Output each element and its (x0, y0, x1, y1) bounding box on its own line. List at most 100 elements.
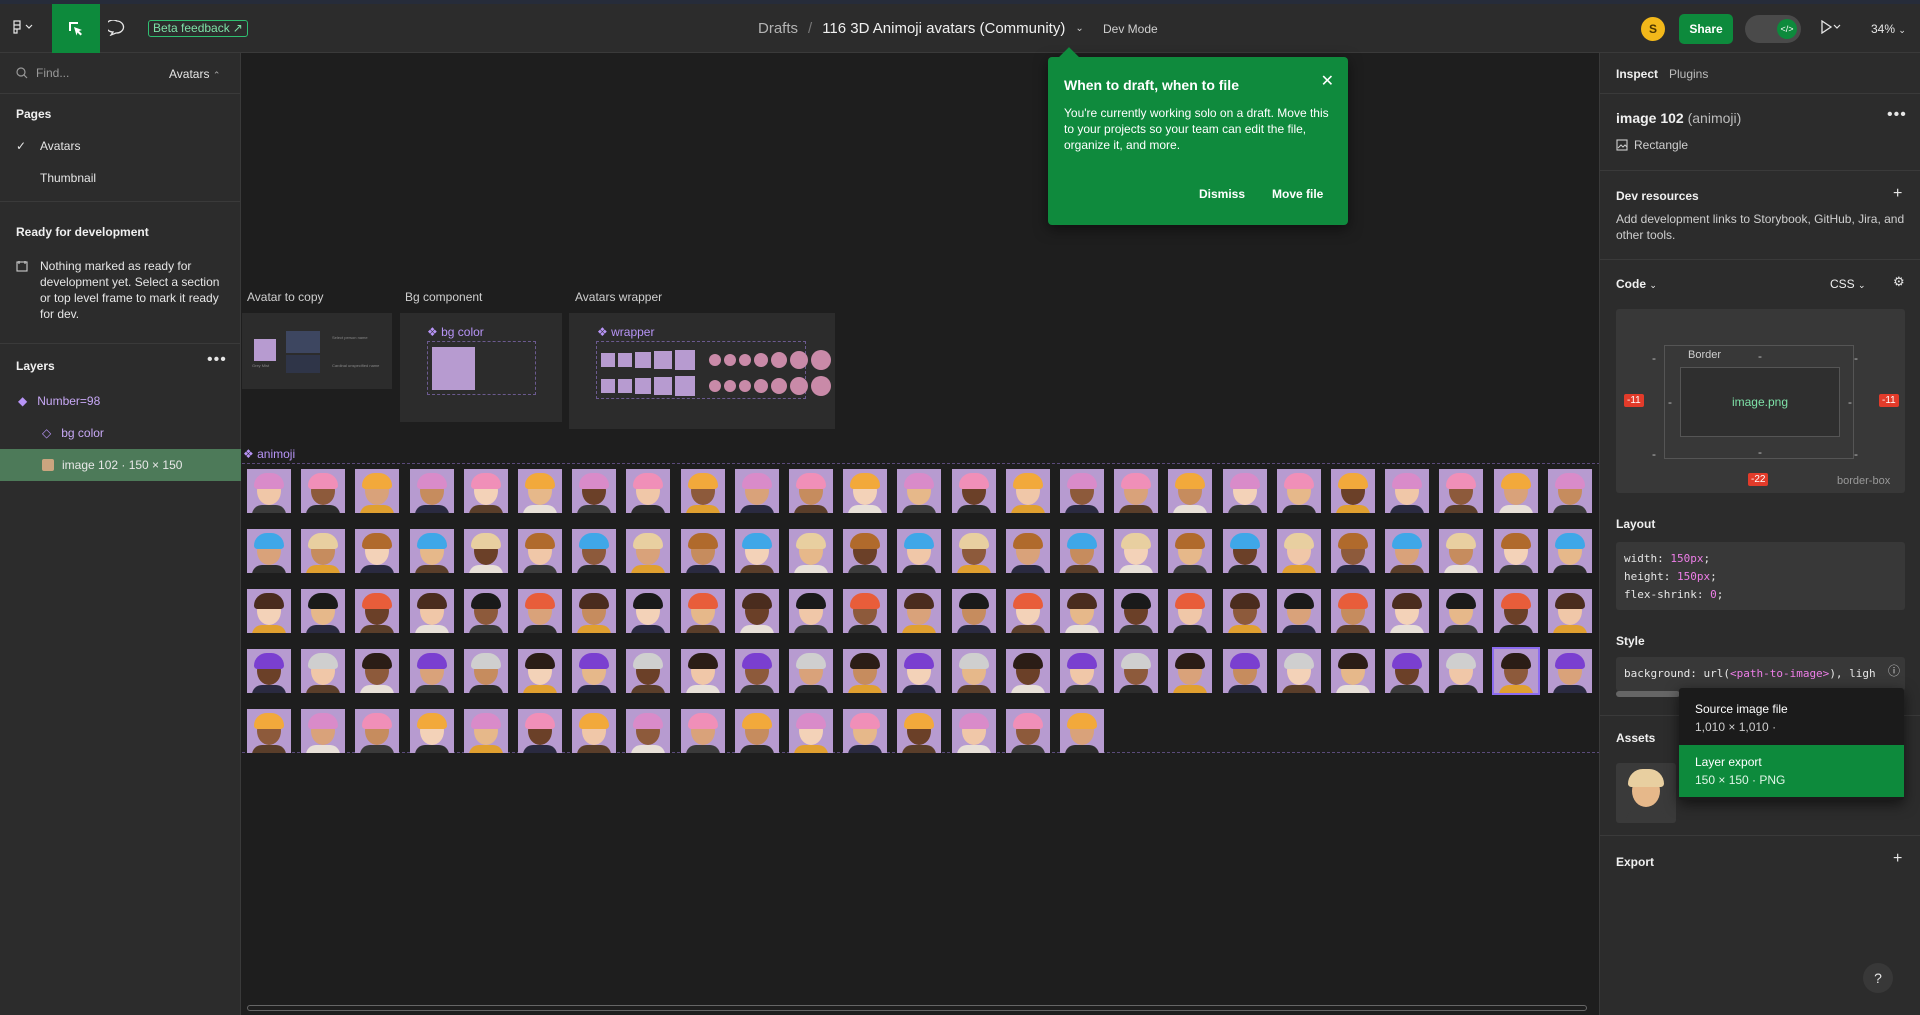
code-language-select[interactable]: CSS ⌄ (1830, 277, 1866, 291)
avatar-tile[interactable] (1385, 589, 1430, 633)
page-switcher[interactable]: Avatars ⌃ (169, 67, 220, 81)
avatar-tile[interactable] (355, 529, 400, 573)
layer-number-98[interactable]: ◆ Number=98 (0, 385, 241, 417)
dropdown-item-layer-export[interactable]: Layer export 150 × 150 · PNG (1679, 745, 1904, 797)
avatar-tile[interactable] (518, 709, 562, 753)
frame-avatars-wrapper[interactable]: ❖ wrapper (569, 313, 835, 429)
avatar-tile[interactable] (734, 469, 779, 513)
layer-image-102[interactable]: image 102 · 150 × 150 (0, 449, 241, 481)
page-item-avatars[interactable]: Avatars (40, 139, 80, 153)
avatar-tile[interactable] (1005, 709, 1050, 753)
code-title[interactable]: Code ⌄ (1616, 277, 1657, 291)
avatar-tile[interactable] (1331, 649, 1375, 693)
avatar-tile[interactable] (409, 709, 454, 753)
avatar-tile[interactable] (1005, 469, 1050, 513)
code-settings-icon[interactable]: ⚙ (1893, 274, 1905, 290)
avatar-tile[interactable] (247, 709, 291, 753)
avatar-tile[interactable] (1005, 589, 1050, 633)
avatar-tile[interactable] (409, 649, 454, 693)
avatar-tile[interactable] (1276, 589, 1321, 633)
avatar-tile[interactable] (789, 709, 833, 753)
avatar-tile[interactable] (680, 589, 725, 633)
avatar-tile[interactable] (1491, 647, 1540, 695)
avatar-tile[interactable] (680, 469, 725, 513)
avatar-tile[interactable] (409, 529, 454, 573)
dev-mode-toggle[interactable]: </> (1745, 15, 1801, 43)
frame-label-avatar-to-copy[interactable]: Avatar to copy (247, 290, 324, 304)
avatar-tile[interactable] (843, 589, 888, 633)
avatar-tile[interactable] (1547, 529, 1592, 573)
avatar-tile[interactable] (301, 709, 346, 753)
avatar-tile[interactable] (1222, 529, 1267, 573)
avatar-tile[interactable] (789, 469, 833, 513)
avatar-tile[interactable] (247, 469, 291, 513)
avatar-tile[interactable] (463, 649, 508, 693)
avatar-tile[interactable] (1385, 469, 1430, 513)
avatar-tile[interactable] (734, 529, 779, 573)
avatar-tile[interactable] (1222, 469, 1267, 513)
dropdown-item-source-image[interactable]: Source image file 1,010 × 1,010 · (1679, 692, 1904, 744)
avatar-tile[interactable] (626, 709, 671, 753)
avatar-tile[interactable] (951, 709, 996, 753)
avatar-tile[interactable] (463, 709, 508, 753)
avatar-tile[interactable] (463, 529, 508, 573)
avatar-tile[interactable] (572, 469, 617, 513)
avatar-tile[interactable] (951, 529, 996, 573)
avatar-tile[interactable] (626, 469, 671, 513)
move-file-button[interactable]: Move file (1272, 187, 1323, 201)
avatar-tile[interactable] (1385, 529, 1430, 573)
avatar-tile[interactable] (572, 649, 617, 693)
avatar-tile[interactable] (301, 649, 346, 693)
avatar-tile[interactable] (572, 529, 617, 573)
avatar-tile[interactable] (301, 589, 346, 633)
avatar-tile[interactable] (734, 589, 779, 633)
avatar-tile[interactable] (1060, 649, 1104, 693)
avatar-tile[interactable] (897, 529, 942, 573)
avatar-tile[interactable] (1439, 649, 1484, 693)
avatar-tile[interactable] (1331, 469, 1375, 513)
avatar-tile[interactable] (1114, 469, 1159, 513)
avatar-tile[interactable] (1493, 529, 1538, 573)
avatar-tile[interactable] (1547, 589, 1592, 633)
avatar-tile[interactable] (1005, 529, 1050, 573)
avatar-tile[interactable] (897, 649, 942, 693)
avatar-tile[interactable] (1114, 589, 1159, 633)
avatar-tile[interactable] (951, 469, 996, 513)
avatar-tile[interactable] (789, 589, 833, 633)
avatar-tile[interactable] (626, 589, 671, 633)
tab-plugins[interactable]: Plugins (1669, 67, 1708, 81)
frame-bg-component[interactable]: ❖ bg color (400, 313, 562, 422)
more-options-icon[interactable]: ••• (1887, 106, 1907, 124)
share-button[interactable]: Share (1679, 14, 1733, 44)
avatar-tile[interactable] (626, 529, 671, 573)
zoom-level[interactable]: 34% ⌄ (1871, 22, 1906, 36)
avatar-tile[interactable] (518, 469, 562, 513)
avatar-tile[interactable] (897, 709, 942, 753)
avatar-tile[interactable] (463, 469, 508, 513)
avatar-tile[interactable] (247, 529, 291, 573)
avatar-tile[interactable] (1547, 469, 1592, 513)
add-export-icon[interactable]: + (1893, 850, 1902, 868)
avatar-tile[interactable] (247, 649, 291, 693)
info-icon[interactable]: ⓘ (1888, 662, 1900, 679)
layers-more-icon[interactable]: ••• (207, 351, 227, 369)
avatar-tile[interactable] (1168, 649, 1213, 693)
asset-thumbnail[interactable] (1616, 763, 1676, 823)
avatar-tile[interactable] (1276, 469, 1321, 513)
avatar-tile[interactable] (1385, 649, 1430, 693)
beta-feedback-button[interactable]: Beta feedback ↗ (148, 20, 248, 37)
move-tool-button[interactable] (52, 4, 100, 53)
avatar-tile[interactable] (897, 469, 942, 513)
avatar-tile[interactable] (572, 589, 617, 633)
avatar-tile[interactable] (355, 649, 400, 693)
avatar-tile[interactable] (409, 589, 454, 633)
layer-search[interactable]: Find... (16, 66, 69, 80)
avatar-tile[interactable] (734, 649, 779, 693)
avatar-tile[interactable] (518, 649, 562, 693)
tab-inspect[interactable]: Inspect (1616, 67, 1658, 81)
avatar-tile[interactable] (1493, 469, 1538, 513)
avatar-tile[interactable] (301, 469, 346, 513)
comment-tool-icon[interactable] (108, 20, 126, 36)
avatar-tile[interactable] (951, 649, 996, 693)
breadcrumb-drafts[interactable]: Drafts (758, 20, 798, 37)
